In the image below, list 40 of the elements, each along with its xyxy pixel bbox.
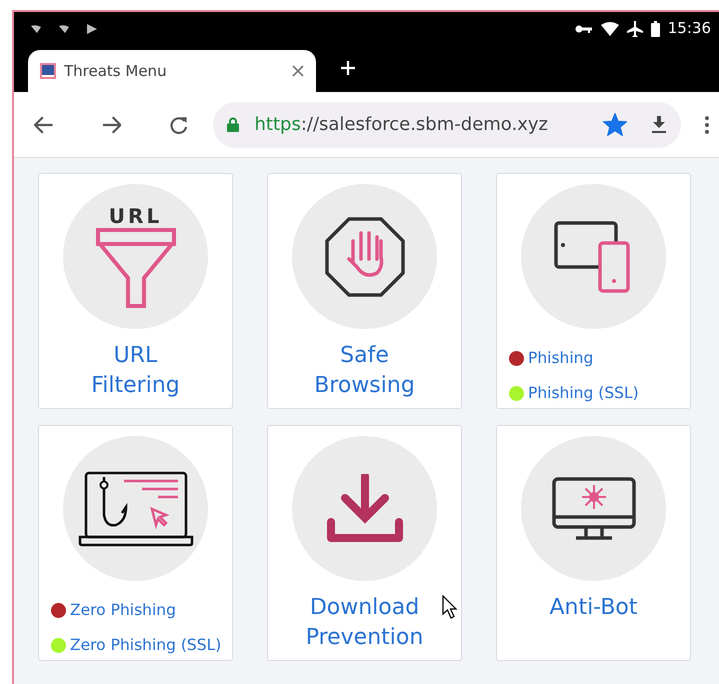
mouse-pointer-icon [442, 595, 458, 619]
card-title: Download Prevention [304, 594, 424, 652]
threat-card[interactable]: Phishing Phishing (SSL) [496, 173, 691, 409]
threat-card[interactable]: URL URL Filtering [38, 173, 233, 409]
reload-icon[interactable] [169, 114, 188, 134]
legend-label[interactable]: Phishing (SSL) [528, 382, 639, 406]
download-icon[interactable] [651, 116, 668, 134]
download-tray-icon [326, 474, 402, 544]
laptop-hook-icon [78, 470, 194, 546]
stop-hand-icon [324, 216, 404, 296]
key-icon [574, 24, 593, 34]
url-text: https://salesforce.sbm-demo.xyz [254, 113, 549, 137]
card-title: URL Filtering [90, 342, 181, 400]
monitor-virus-icon [552, 476, 636, 540]
back-arrow-icon[interactable] [34, 116, 54, 134]
battery-icon [650, 20, 660, 36]
address-bar[interactable]: https://salesforce.sbm-demo.xyz [212, 102, 682, 148]
notification-icon [30, 24, 42, 34]
threat-card[interactable]: Download Prevention [267, 425, 462, 661]
browser-tab[interactable]: Threats Menu [28, 50, 316, 92]
clock-time: 15:36 [668, 18, 711, 40]
play-icon [86, 22, 98, 34]
legend-label[interactable]: Zero Phishing (SSL) [70, 634, 222, 658]
page-favicon [40, 63, 56, 79]
threat-card[interactable]: Safe Browsing [267, 173, 462, 409]
airplane-icon [626, 20, 643, 36]
more-menu-icon[interactable] [705, 116, 710, 134]
card-title: Safe Browsing [313, 342, 416, 400]
wifi-icon [600, 22, 619, 36]
threat-card[interactable]: Zero Phishing Zero Phishing (SSL) [38, 425, 233, 661]
bookmark-star-icon[interactable] [603, 113, 628, 136]
legend-label[interactable]: Zero Phishing [70, 599, 176, 622]
legend-label[interactable]: Phishing [528, 347, 594, 370]
new-tab-icon[interactable] [340, 60, 356, 76]
card-title: Anti-Bot [549, 594, 638, 622]
forward-arrow-icon[interactable] [102, 116, 121, 134]
threat-card[interactable]: Anti-Bot [496, 425, 691, 661]
lock-icon [226, 117, 238, 132]
close-icon[interactable] [292, 65, 304, 77]
notification-icon [58, 24, 70, 34]
